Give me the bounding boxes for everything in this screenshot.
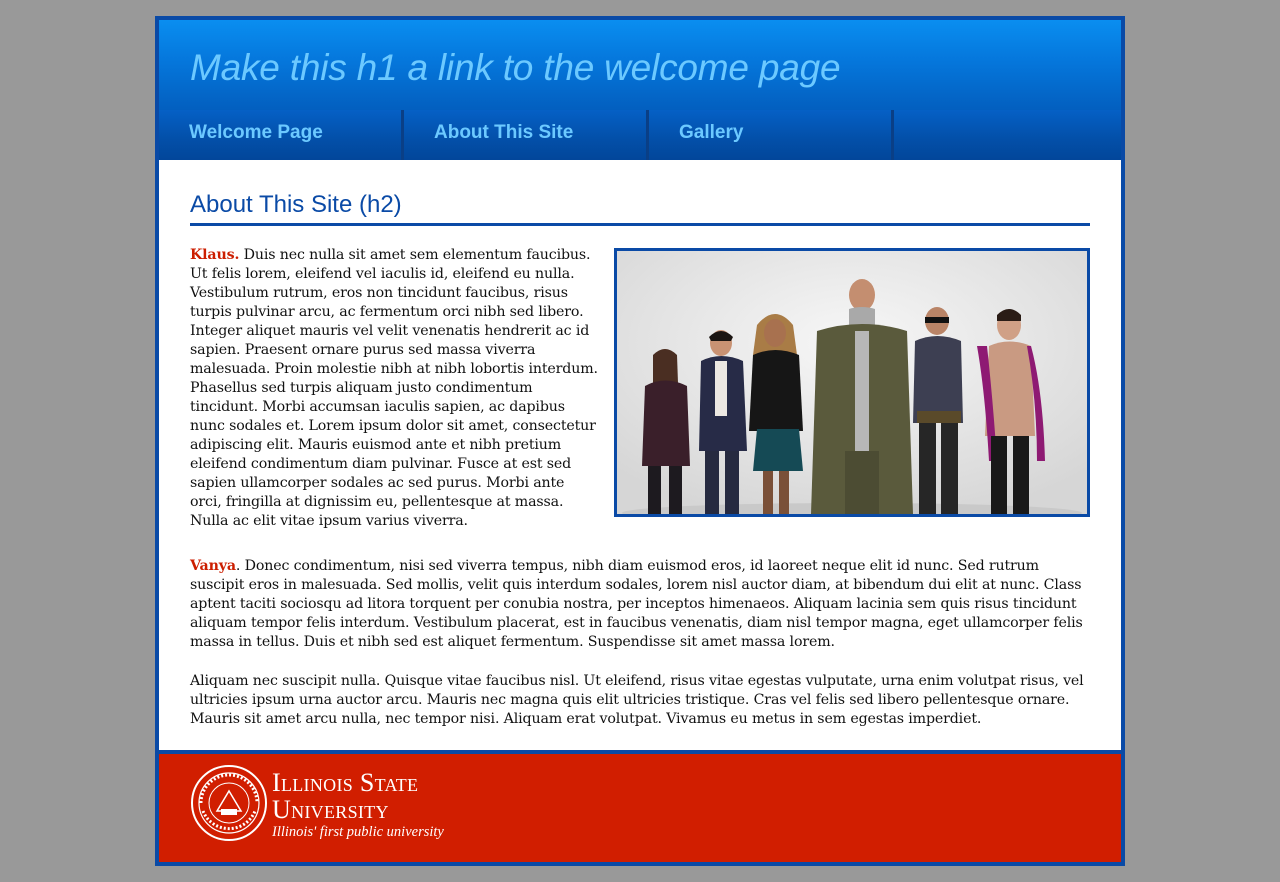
- cast-photo-image: [617, 251, 1087, 514]
- nav-item-about-this-site[interactable]: About This Site: [404, 110, 649, 160]
- cast-photo: [614, 248, 1090, 517]
- site-header: Make this h1 a link to the welcome page: [159, 20, 1121, 110]
- page-frame: Make this h1 a link to the welcome page …: [155, 16, 1125, 866]
- university-name-line1: Illinois State: [272, 768, 419, 797]
- vanya-paragraph: Vanya. Donec condimentum, nisi sed viver…: [190, 557, 1090, 652]
- nav-empty-slot: [894, 110, 1121, 160]
- university-seal-icon: [191, 765, 267, 841]
- klaus-name: Klaus.: [190, 247, 240, 263]
- aliquam-paragraph: Aliquam nec suscipit nulla. Quisque vita…: [190, 673, 1084, 727]
- university-name-line2: University: [272, 795, 389, 824]
- university-tagline: Illinois' first public university: [272, 824, 444, 840]
- main-content: About This Site (h2) Klaus. Duis nec nul…: [190, 186, 1090, 727]
- nav-item-gallery[interactable]: Gallery: [649, 110, 894, 160]
- main-nav: Welcome Page About This Site Gallery: [159, 110, 1121, 160]
- nav-item-welcome-page[interactable]: Welcome Page: [159, 110, 404, 160]
- klaus-text: Duis nec nulla sit amet sem elementum fa…: [190, 247, 598, 529]
- klaus-section: Klaus. Duis nec nulla sit amet sem eleme…: [190, 246, 1090, 534]
- klaus-paragraph: Klaus. Duis nec nulla sit amet sem eleme…: [190, 246, 598, 531]
- site-title-link[interactable]: Make this h1 a link to the welcome page: [190, 47, 841, 89]
- site-footer: Illinois State University Illinois' firs…: [159, 750, 1121, 862]
- vanya-name: Vanya: [190, 558, 236, 574]
- page-heading: About This Site (h2): [190, 186, 1090, 226]
- vanya-text: . Donec condimentum, nisi sed viverra te…: [190, 558, 1083, 650]
